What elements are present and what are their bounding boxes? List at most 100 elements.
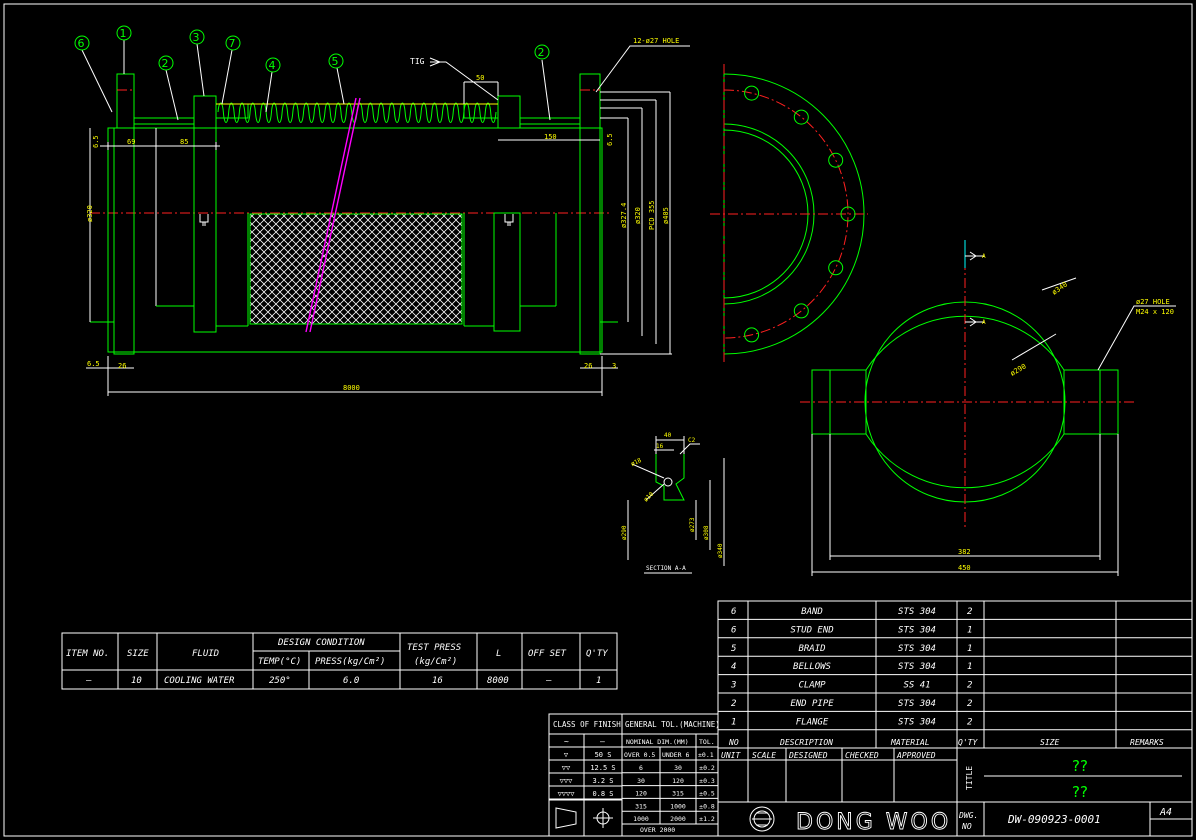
tb-approved: APPROVED [896, 751, 936, 760]
section-marker-a-bottom: A [982, 319, 986, 326]
section-label: SECTION A-A [646, 565, 686, 572]
dim-8000: 8000 [343, 384, 360, 392]
finish-dash: – [600, 737, 605, 746]
dim-6-5-right: 6.5 [606, 133, 614, 146]
title-block: UNIT SCALE DESIGNED CHECKED APPROVED TIT… [717, 747, 1193, 837]
dim-dia-290-clamp: ø290 [1009, 362, 1028, 377]
parts-row-no: 6 [731, 625, 736, 635]
tol-nominal: NOMINAL DIM.(MM) [626, 738, 689, 746]
sect-dia-273: ø273 [689, 517, 696, 532]
parts-row-desc: BRAID [798, 644, 825, 654]
balloon-7: 7 [229, 37, 236, 50]
parts-row-no: 6 [731, 607, 736, 617]
tol-row-from: 30 [637, 777, 645, 785]
parts-row-qty: 1 [967, 662, 972, 672]
tb-dwg-label-1: DWG. [958, 811, 978, 820]
finish-symbol: ▽ [564, 751, 569, 759]
parts-row-material: STS 304 [898, 607, 936, 617]
hdr-item-no: ITEM NO. [66, 649, 109, 659]
balloon-1: 1 [120, 27, 127, 40]
braid-hatch [249, 213, 463, 325]
parts-row-qty: 2 [967, 681, 972, 691]
tol-row-from: 120 [635, 790, 647, 798]
finish-symbol: ▽▽ [562, 764, 571, 772]
tb-title-line-2: ?? [1072, 783, 1088, 801]
tol-row-value: ±0.2 [699, 764, 715, 772]
tol-title: GENERAL TOL.(MACHINE) [625, 720, 720, 729]
parts-hdr-remarks: REMARKS [1130, 738, 1164, 747]
tol-row-from: 315 [635, 802, 647, 810]
balloon-4: 4 [269, 59, 276, 72]
dim-3: 3 [612, 362, 616, 370]
balloon-2-left: 2 [162, 57, 169, 70]
finish-title: CLASS OF FINISH [553, 720, 621, 729]
tol-over-2000: OVER 2000 [640, 826, 675, 834]
tb-checked: CHECKED [845, 751, 879, 760]
parts-row-no: 2 [731, 699, 736, 709]
tb-scale: SCALE [752, 751, 776, 760]
tol-under-6: UNDER 6 [662, 751, 689, 759]
dim-6-5-left: 6.5 [92, 135, 100, 148]
tol-row-value: ±0.5 [699, 790, 715, 798]
bolt-hole [793, 109, 809, 125]
tb-title-line-1: ?? [1072, 757, 1088, 775]
hdr-test-press-unit: (kg/Cm²) [414, 657, 457, 667]
bolt-hole [793, 303, 809, 319]
hdr-temp: TEMP(°C) [258, 657, 301, 667]
dim-26-right: 26 [584, 362, 592, 370]
dim-26-left: 26 [118, 362, 126, 370]
hdr-offset: OFF SET [528, 649, 567, 659]
hdr-l: L [496, 649, 501, 659]
parts-row-desc: CLAMP [798, 681, 826, 691]
parts-row-material: STS 304 [898, 699, 936, 709]
dim-85: 85 [180, 138, 188, 146]
hdr-size: SIZE [127, 649, 149, 659]
hdr-fluid: FLUID [192, 649, 219, 659]
finish-value: 0.8 S [592, 790, 613, 798]
dim-50: 50 [476, 74, 484, 82]
dim-dia-405: ø405 [662, 207, 670, 224]
tol-row-value: ±0.8 [699, 802, 715, 810]
parts-row-desc: STUD END [790, 625, 833, 635]
balloon-3: 3 [193, 31, 200, 44]
dim-dia-327-4: ø327.4 [620, 203, 628, 228]
tb-sheet-size: A4 [1159, 807, 1172, 818]
dim-dia-340-clamp: ø340 [1051, 280, 1069, 296]
note-clamp-hole: ø27 HOLE [1136, 298, 1170, 306]
dim-150: 150 [544, 133, 557, 141]
parts-hdr-material: MATERIAL [890, 738, 930, 747]
clamp-end-view: A A ø340 ø290 ø27 HOLE M24 x 120 382 450 [800, 240, 1176, 576]
parts-row-qty: 1 [967, 644, 972, 654]
finish-symbol: ▽▽▽▽ [558, 790, 576, 798]
parts-row-no: 5 [731, 644, 736, 654]
parts-row-no: 1 [731, 717, 736, 727]
tol-row-value: ±0.3 [699, 777, 715, 785]
val-qty: 1 [596, 676, 601, 686]
tol-row-to: 1000 [670, 802, 686, 810]
sect-dim-40: 40 [664, 432, 672, 439]
val-offset: – [546, 676, 552, 686]
finish-tilde: ~ [564, 737, 569, 746]
dim-dia-320-right: ø320 [634, 207, 642, 224]
parts-hdr-qty: Q'TY [958, 738, 978, 747]
sect-dia-290: ø290 [621, 525, 628, 540]
balloon-2-right: 2 [538, 46, 545, 59]
finish-value: 12.5 S [590, 764, 615, 772]
sect-dia-308: ø308 [703, 525, 710, 540]
bolt-hole [828, 260, 844, 276]
company-name: DONG WOO [796, 810, 951, 835]
parts-row-qty: 2 [967, 699, 972, 709]
sect-dia-10: ø10 [642, 491, 655, 504]
tol-row-to: 2000 [670, 815, 686, 823]
tb-designed: DESIGNED [788, 751, 828, 760]
hdr-design-condition: DESIGN CONDITION [277, 638, 365, 648]
sect-chamfer-c2: C2 [688, 437, 696, 444]
val-item-no: – [86, 676, 92, 686]
tb-unit: UNIT [721, 751, 741, 760]
note-clamp-bolt: M24 x 120 [1136, 308, 1174, 316]
dim-6-5-bottom: 6.5 [87, 360, 100, 368]
parts-row-qty: 1 [967, 625, 972, 635]
tol-header: TOL. [699, 738, 715, 746]
tol-row-to: 120 [672, 777, 684, 785]
design-condition-table: ITEM NO. SIZE FLUID DESIGN CONDITION TEM… [61, 632, 618, 690]
